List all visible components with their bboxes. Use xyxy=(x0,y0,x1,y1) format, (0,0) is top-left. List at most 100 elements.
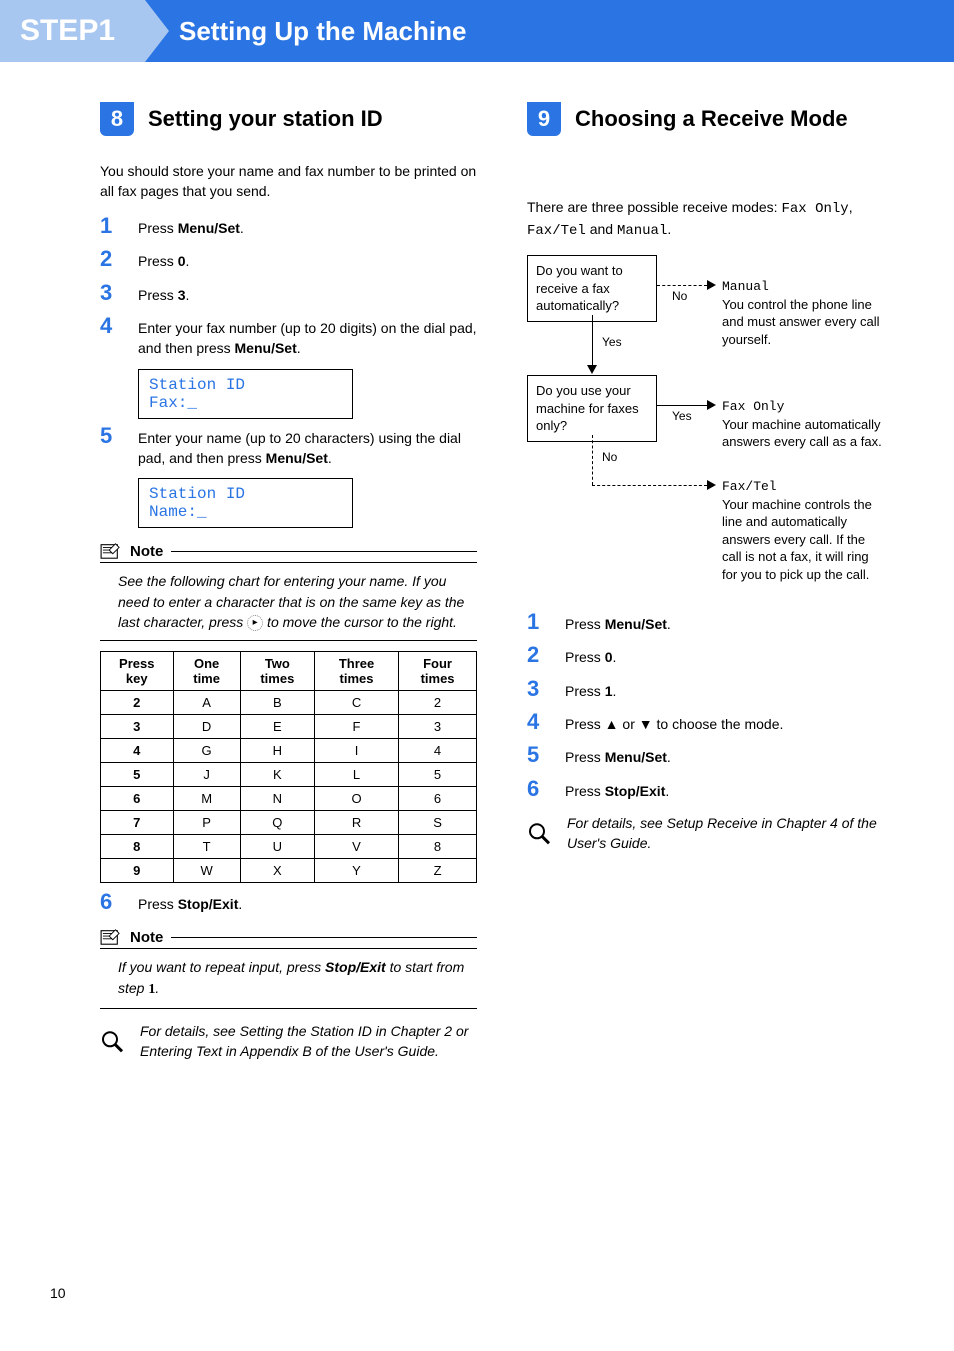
divider xyxy=(100,640,477,641)
flowchart: Do you want to receive a fax automatical… xyxy=(527,255,904,595)
table-cell: 4 xyxy=(399,739,477,763)
section-heading-8: 8 Setting your station ID xyxy=(100,102,477,136)
step-1: 1 Press Menu/Set. xyxy=(527,611,904,634)
arrow-down-icon xyxy=(587,365,597,374)
step-number: 1 xyxy=(527,611,549,633)
table-cell: S xyxy=(399,811,477,835)
table-cell: 5 xyxy=(101,763,174,787)
table-row: 8TUV8 xyxy=(101,835,477,859)
cursor-right-icon: ▸ xyxy=(247,615,263,631)
step-1: 1 Press Menu/Set. xyxy=(100,215,477,238)
step-number: 2 xyxy=(527,644,549,666)
step-box: STEP1 xyxy=(0,0,145,62)
table-cell: U xyxy=(240,835,314,859)
step-body: Press Menu/Set. xyxy=(565,747,904,767)
step-number: 4 xyxy=(527,711,549,733)
fc-label-no: No xyxy=(672,289,687,303)
table-cell: 5 xyxy=(399,763,477,787)
table-cell: N xyxy=(240,787,314,811)
header-title: Setting Up the Machine xyxy=(179,16,466,47)
magnifier-icon xyxy=(527,813,551,854)
step-4: 4 Enter your fax number (up to 20 digits… xyxy=(100,315,477,359)
right-column: 9 Choosing a Receive Mode There are thre… xyxy=(527,102,904,1062)
step-6: 6 Press Stop/Exit. xyxy=(527,778,904,801)
table-cell: B xyxy=(240,691,314,715)
step-label: STEP1 xyxy=(20,14,115,48)
note-body: If you want to repeat input, press Stop/… xyxy=(100,951,477,1006)
page-body: 8 Setting your station ID You should sto… xyxy=(0,62,954,1102)
table-row: 4GHI4 xyxy=(101,739,477,763)
table-row: 7PQRS xyxy=(101,811,477,835)
step-body: Press Menu/Set. xyxy=(565,614,904,634)
table-cell: 2 xyxy=(399,691,477,715)
step-body: Press ▲ or ▼ to choose the mode. xyxy=(565,714,904,734)
table-cell: 9 xyxy=(101,859,174,883)
table-cell: Q xyxy=(240,811,314,835)
table-cell: 2 xyxy=(101,691,174,715)
step-3: 3 Press 1. xyxy=(527,678,904,701)
th: One time xyxy=(173,652,240,691)
table-cell: M xyxy=(173,787,240,811)
connector xyxy=(592,485,707,486)
table-cell: A xyxy=(173,691,240,715)
th: Three times xyxy=(314,652,398,691)
step-number: 5 xyxy=(527,744,549,766)
step-4: 4 Press ▲ or ▼ to choose the mode. xyxy=(527,711,904,734)
step-body: Enter your name (up to 20 characters) us… xyxy=(138,428,477,469)
step-number: 2 xyxy=(100,248,122,270)
divider xyxy=(171,551,477,552)
step-6: 6 Press Stop/Exit. xyxy=(100,891,477,914)
step-number: 4 xyxy=(100,315,122,337)
step-body: Press Menu/Set. xyxy=(138,218,477,238)
table-cell: E xyxy=(240,715,314,739)
section-intro: There are three possible receive modes: … xyxy=(527,198,904,241)
table-cell: J xyxy=(173,763,240,787)
table-cell: H xyxy=(240,739,314,763)
table-cell: 4 xyxy=(101,739,174,763)
table-cell: O xyxy=(314,787,398,811)
right-steps: 1 Press Menu/Set. 2 Press 0. 3 Press 1. … xyxy=(527,611,904,801)
table-cell: 8 xyxy=(101,835,174,859)
fc-result-faxtel: Fax/TelYour machine controls the line an… xyxy=(722,477,882,583)
step-body: Enter your fax number (up to 20 digits) … xyxy=(138,318,477,359)
step-number: 3 xyxy=(527,678,549,700)
page-number: 10 xyxy=(50,1285,66,1301)
section-number: 9 xyxy=(527,102,561,136)
fc-label-no: No xyxy=(602,450,617,464)
step-3: 3 Press 3. xyxy=(100,282,477,305)
step-body: Press 3. xyxy=(138,285,477,305)
fc-label-yes: Yes xyxy=(672,409,692,423)
lcd-display-name: Station ID Name:_ xyxy=(138,478,353,528)
section-title: Setting your station ID xyxy=(148,106,383,132)
connector xyxy=(657,285,707,286)
connector xyxy=(592,315,593,370)
table-cell: I xyxy=(314,739,398,763)
connector xyxy=(657,405,707,406)
divider xyxy=(100,1008,477,1009)
section-heading-9: 9 Choosing a Receive Mode xyxy=(527,102,904,136)
table-cell: R xyxy=(314,811,398,835)
character-table: Press key One time Two times Three times… xyxy=(100,651,477,883)
th: Press key xyxy=(101,652,174,691)
table-cell: Z xyxy=(399,859,477,883)
table-cell: T xyxy=(173,835,240,859)
table-cell: P xyxy=(173,811,240,835)
th: Four times xyxy=(399,652,477,691)
table-cell: 3 xyxy=(399,715,477,739)
table-row: 6MNO6 xyxy=(101,787,477,811)
step-number: 6 xyxy=(100,891,122,913)
arrow-right-icon xyxy=(707,400,716,410)
step-number: 5 xyxy=(100,425,122,447)
note-label: Note xyxy=(130,929,163,946)
table-cell: 3 xyxy=(101,715,174,739)
fc-question-2: Do you use your machine for faxes only? xyxy=(527,375,657,442)
table-cell: F xyxy=(314,715,398,739)
step-body: Press 1. xyxy=(565,681,904,701)
arrow-right-icon xyxy=(707,280,716,290)
fc-label-yes: Yes xyxy=(602,335,622,349)
left-column: 8 Setting your station ID You should sto… xyxy=(100,102,477,1062)
table-cell: W xyxy=(173,859,240,883)
table-cell: K xyxy=(240,763,314,787)
step-body: Press Stop/Exit. xyxy=(138,894,477,914)
header-band: STEP1 Setting Up the Machine xyxy=(0,0,954,62)
